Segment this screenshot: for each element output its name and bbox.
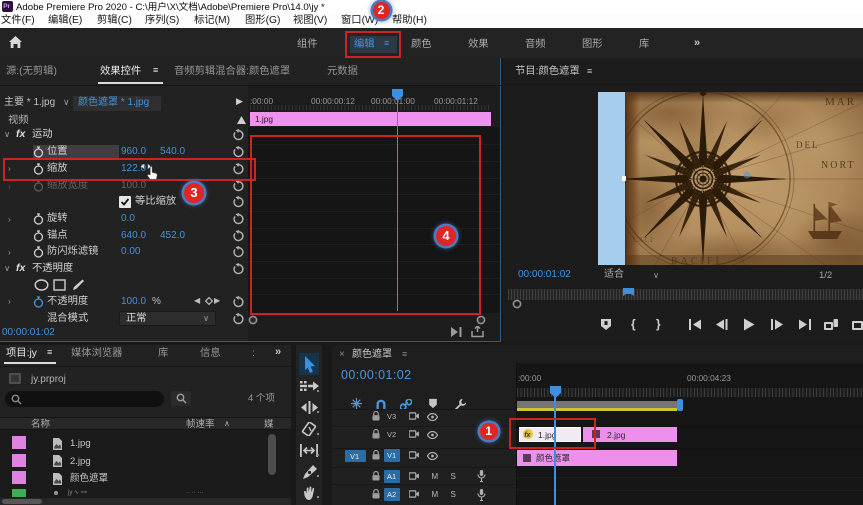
svg-text:BACIFI: BACIFI bbox=[671, 256, 722, 265]
svg-text:NORT: NORT bbox=[821, 160, 856, 171]
svg-text:MAR: MAR bbox=[825, 96, 856, 108]
svg-text:DEL: DEL bbox=[796, 140, 820, 150]
svg-text:CALI: CALI bbox=[633, 236, 653, 244]
